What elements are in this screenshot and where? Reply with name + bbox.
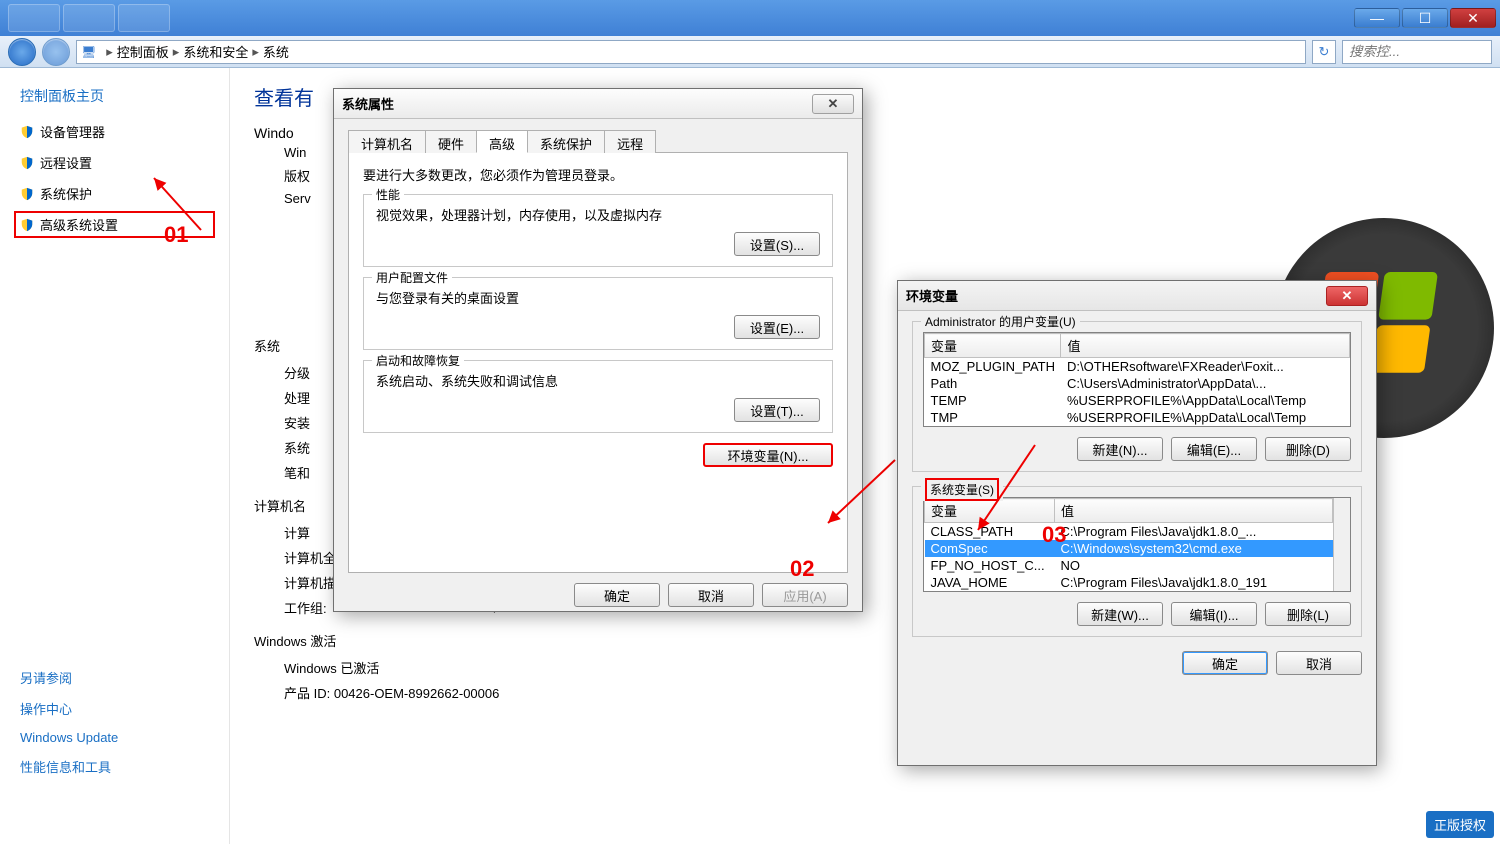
annotation-02: 02: [790, 556, 814, 582]
tab-4[interactable]: 远程: [604, 130, 656, 153]
scrollbar[interactable]: [1333, 498, 1350, 591]
row-label: Windows 已激活: [254, 658, 379, 677]
taskbar-app[interactable]: [118, 4, 170, 32]
dialog-title-text: 环境变量: [906, 286, 958, 305]
var-row[interactable]: TEMP%USERPROFILE%\AppData\Local\Temp: [925, 392, 1350, 409]
tab-row: 计算机名硬件高级系统保护远程: [348, 129, 848, 153]
shield-icon: [20, 125, 34, 139]
dialog-title-text: 系统属性: [342, 94, 394, 113]
breadcrumb[interactable]: 🖥 ▸ 控制面板 ▸ 系统和安全 ▸ 系统: [76, 40, 1306, 64]
crumb-root[interactable]: 控制面板: [117, 42, 169, 61]
crumb-mid[interactable]: 系统和安全: [183, 42, 248, 61]
col-val[interactable]: 值: [1055, 499, 1333, 523]
apply-button[interactable]: 应用(A): [762, 583, 848, 607]
sys-edit-button[interactable]: 编辑(I)...: [1171, 602, 1257, 626]
var-row[interactable]: PathC:\Users\Administrator\AppData\...: [925, 375, 1350, 392]
performance-group: 性能 视觉效果，处理器计划，内存使用，以及虚拟内存 设置(S)...: [363, 194, 833, 267]
cancel-button[interactable]: 取消: [1276, 651, 1362, 675]
ok-button[interactable]: 确定: [574, 583, 660, 607]
var-row[interactable]: JAVA_HOMEC:\Program Files\Java\jdk1.8.0_…: [925, 574, 1333, 591]
dialog-title: 系统属性 ✕: [334, 89, 862, 119]
group-text: 与您登录有关的桌面设置: [376, 288, 820, 307]
col-val[interactable]: 值: [1061, 334, 1350, 358]
var-row[interactable]: TMP%USERPROFILE%\AppData\Local\Temp: [925, 409, 1350, 426]
window-titlebar: — ☐ ✕: [0, 0, 1500, 36]
sidebar-item-device-manager[interactable]: 设备管理器: [20, 122, 209, 141]
sys-delete-button[interactable]: 删除(L): [1265, 602, 1351, 626]
maximize-button[interactable]: ☐: [1402, 8, 1448, 28]
perf-settings-button[interactable]: 设置(S)...: [734, 232, 820, 256]
user-delete-button[interactable]: 删除(D): [1265, 437, 1351, 461]
nav-back-button[interactable]: [8, 38, 36, 66]
group-title: Administrator 的用户变量(U): [921, 313, 1080, 330]
shield-icon: [20, 187, 34, 201]
sidebar-label: 高级系统设置: [40, 215, 118, 234]
sidebar-label: 设备管理器: [40, 122, 105, 141]
tab-2[interactable]: 高级: [476, 130, 528, 153]
group-title: 性能: [372, 186, 404, 203]
chevron-right-icon: ▸: [252, 44, 259, 60]
system-properties-dialog: 系统属性 ✕ 计算机名硬件高级系统保护远程 要进行大多数更改，您必须作为管理员登…: [333, 88, 863, 612]
shield-icon: [20, 218, 34, 232]
genuine-badge: 正版授权: [1426, 811, 1494, 838]
annotation-arrow: [146, 170, 206, 243]
group-text: 系统启动、系统失败和调试信息: [376, 371, 820, 390]
annotation-arrow: [970, 440, 1050, 543]
taskbar-app[interactable]: [63, 4, 115, 32]
user-edit-button[interactable]: 编辑(E)...: [1171, 437, 1257, 461]
link-action-center[interactable]: 操作中心: [20, 699, 209, 718]
close-button[interactable]: ✕: [812, 94, 854, 114]
link-perf-info[interactable]: 性能信息和工具: [20, 757, 209, 776]
admin-note: 要进行大多数更改，您必须作为管理员登录。: [363, 165, 833, 184]
user-new-button[interactable]: 新建(N)...: [1077, 437, 1163, 461]
taskbar-app[interactable]: [8, 4, 60, 32]
group-title: 启动和故障恢复: [372, 352, 464, 369]
chevron-right-icon: ▸: [173, 44, 180, 60]
profile-settings-button[interactable]: 设置(E)...: [734, 315, 820, 339]
shield-icon: [20, 156, 34, 170]
computer-icon: 🖥: [81, 45, 96, 59]
dialog-title[interactable]: 环境变量 ✕: [898, 281, 1376, 311]
see-also-header: 另请参阅: [20, 668, 209, 687]
cancel-button[interactable]: 取消: [668, 583, 754, 607]
crumb-leaf[interactable]: 系统: [263, 42, 289, 61]
group-title: 用户配置文件: [372, 269, 452, 286]
link-windows-update[interactable]: Windows Update: [20, 730, 209, 745]
col-var[interactable]: 变量: [925, 334, 1061, 358]
startup-settings-button[interactable]: 设置(T)...: [734, 398, 820, 422]
annotation-arrow: [820, 455, 900, 538]
var-row[interactable]: MOZ_PLUGIN_PATHD:\OTHERsoftware\FXReader…: [925, 358, 1350, 376]
chevron-right-icon: ▸: [106, 44, 113, 60]
nav-forward-button[interactable]: [42, 38, 70, 66]
tab-3[interactable]: 系统保护: [527, 130, 605, 153]
var-row[interactable]: FP_NO_HOST_C...NO: [925, 557, 1333, 574]
search-input[interactable]: [1342, 40, 1492, 64]
sys-new-button[interactable]: 新建(W)...: [1077, 602, 1163, 626]
group-text: 视觉效果，处理器计划，内存使用，以及虚拟内存: [376, 205, 820, 224]
env-vars-dialog: 环境变量 ✕ Administrator 的用户变量(U) 变量 值 MOZ_P…: [897, 280, 1377, 766]
sidebar-label: 远程设置: [40, 153, 92, 172]
minimize-button[interactable]: —: [1354, 8, 1400, 28]
ok-button[interactable]: 确定: [1182, 651, 1268, 675]
profile-group: 用户配置文件 与您登录有关的桌面设置 设置(E)...: [363, 277, 833, 350]
sidebar-label: 系统保护: [40, 184, 92, 203]
address-bar: 🖥 ▸ 控制面板 ▸ 系统和安全 ▸ 系统 ↻: [0, 36, 1500, 68]
close-button[interactable]: ✕: [1326, 286, 1368, 306]
startup-group: 启动和故障恢复 系统启动、系统失败和调试信息 设置(T)...: [363, 360, 833, 433]
tab-0[interactable]: 计算机名: [348, 130, 426, 153]
user-vars-table[interactable]: 变量 值 MOZ_PLUGIN_PATHD:\OTHERsoftware\FXR…: [923, 332, 1351, 427]
env-vars-button[interactable]: 环境变量(N)...: [703, 443, 833, 467]
close-button[interactable]: ✕: [1450, 8, 1496, 28]
row-label: 产品 ID: 00426-OEM-8992662-00006: [254, 683, 499, 702]
sidebar-title: 控制面板主页: [20, 86, 209, 106]
tab-1[interactable]: 硬件: [425, 130, 477, 153]
refresh-button[interactable]: ↻: [1312, 40, 1336, 64]
